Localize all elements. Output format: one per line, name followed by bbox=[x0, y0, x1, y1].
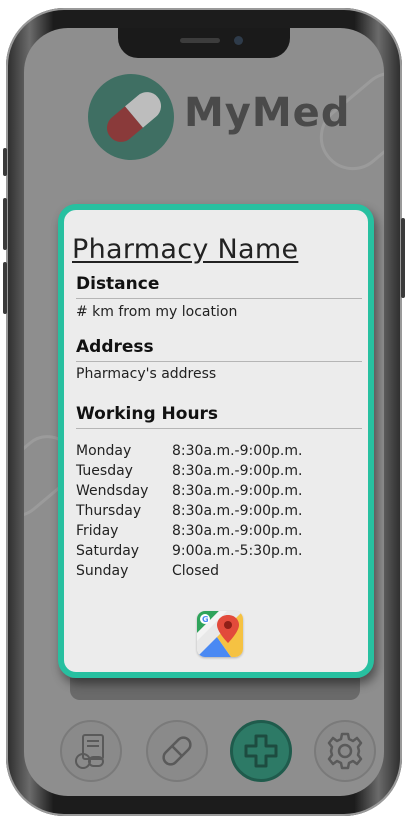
working-hours-label: Working Hours bbox=[76, 404, 219, 424]
pill-icon bbox=[101, 86, 167, 148]
pharmacy-name: Pharmacy Name bbox=[72, 234, 299, 265]
hours-value: 9:00a.m.-5:30p.m. bbox=[172, 543, 303, 559]
pill-icon bbox=[162, 736, 192, 766]
distance-value: # km from my location bbox=[76, 304, 238, 320]
volume-down-button bbox=[3, 262, 7, 314]
hours-row: Friday 8:30a.m.-9:00p.m. bbox=[76, 523, 356, 543]
hours-row: Wendsday 8:30a.m.-9:00p.m. bbox=[76, 483, 356, 503]
volume-up-button bbox=[3, 198, 7, 250]
hours-value: 8:30a.m.-9:00p.m. bbox=[172, 523, 303, 539]
hours-row: Tuesday 8:30a.m.-9:00p.m. bbox=[76, 463, 356, 483]
day-label: Sunday bbox=[76, 563, 129, 579]
front-camera bbox=[234, 36, 243, 45]
divider bbox=[76, 361, 362, 362]
hours-value: Closed bbox=[172, 563, 220, 579]
hours-row: Saturday 9:00a.m.-5:30p.m. bbox=[76, 543, 356, 563]
phone-frame: MyMed Pharmacy Name Distance # km from m… bbox=[3, 8, 405, 816]
divider bbox=[76, 298, 362, 299]
medications-nav-button[interactable] bbox=[146, 720, 208, 782]
address-value: Pharmacy's address bbox=[76, 366, 217, 382]
hours-row: Thursday 8:30a.m.-9:00p.m. bbox=[76, 503, 356, 523]
background-list-item bbox=[70, 678, 360, 700]
google-maps-icon[interactable]: G bbox=[197, 611, 243, 657]
pharmacy-detail-card: Pharmacy Name Distance # km from my loca… bbox=[58, 204, 374, 678]
hours-row: Monday 8:30a.m.-9:00p.m. bbox=[76, 443, 356, 463]
pharmacy-nav-button[interactable] bbox=[230, 720, 292, 782]
hours-value: 8:30a.m.-9:00p.m. bbox=[172, 503, 303, 519]
mute-switch bbox=[3, 148, 7, 176]
notch bbox=[118, 28, 290, 58]
address-label: Address bbox=[76, 337, 154, 357]
prescription-icon bbox=[75, 734, 104, 769]
plus-icon bbox=[244, 734, 278, 768]
day-label: Wendsday bbox=[76, 483, 149, 499]
hours-row: Sunday Closed bbox=[76, 563, 356, 583]
working-hours-table: Monday 8:30a.m.-9:00p.m. Tuesday 8:30a.m… bbox=[76, 443, 356, 583]
divider bbox=[76, 428, 362, 429]
day-label: Friday bbox=[76, 523, 119, 539]
app-logo: MyMed bbox=[88, 74, 358, 160]
logo-circle bbox=[88, 74, 174, 160]
gear-icon bbox=[327, 732, 363, 770]
power-button bbox=[401, 218, 405, 298]
hours-value: 8:30a.m.-9:00p.m. bbox=[172, 483, 303, 499]
day-label: Saturday bbox=[76, 543, 140, 559]
app-title: MyMed bbox=[184, 90, 351, 136]
svg-text:G: G bbox=[202, 615, 209, 624]
speaker bbox=[180, 38, 220, 43]
day-label: Monday bbox=[76, 443, 132, 459]
phone-screen: MyMed Pharmacy Name Distance # km from m… bbox=[24, 28, 384, 796]
bottom-navigation bbox=[24, 720, 384, 790]
settings-nav-button[interactable] bbox=[314, 720, 376, 782]
day-label: Thursday bbox=[76, 503, 142, 519]
hours-value: 8:30a.m.-9:00p.m. bbox=[172, 443, 303, 459]
distance-label: Distance bbox=[76, 274, 160, 294]
day-label: Tuesday bbox=[76, 463, 133, 479]
prescription-nav-button[interactable] bbox=[60, 720, 122, 782]
hours-value: 8:30a.m.-9:00p.m. bbox=[172, 463, 303, 479]
